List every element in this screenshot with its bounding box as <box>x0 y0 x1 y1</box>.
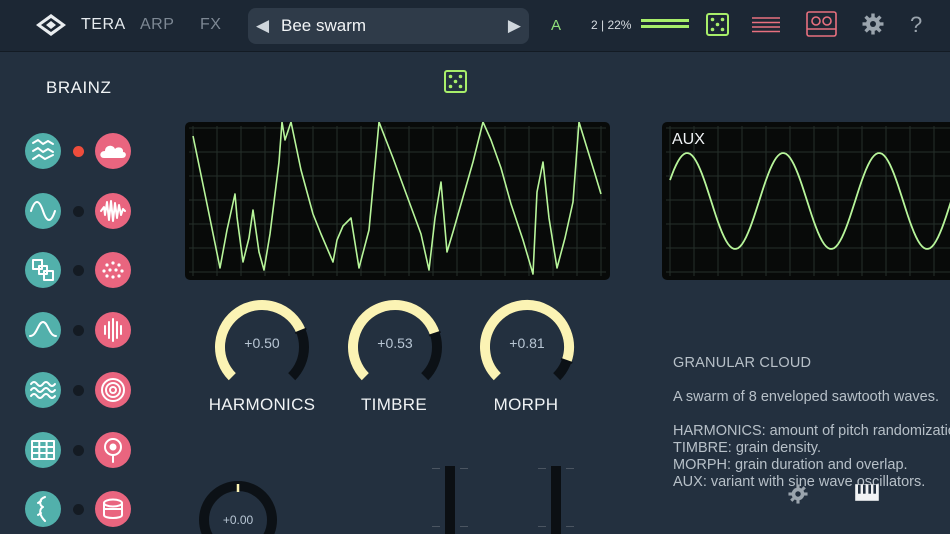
settings-gear-icon[interactable] <box>788 484 808 504</box>
cloud-icon <box>100 145 126 158</box>
model-led <box>73 265 84 277</box>
model-led <box>73 146 84 157</box>
preset-next-button[interactable]: ▶ <box>508 16 521 36</box>
model-led <box>73 444 84 456</box>
level-meter <box>641 19 689 29</box>
bank-button[interactable]: A <box>551 17 561 34</box>
info-line-aux: AUX: variant with sine wave oscillators. <box>673 474 926 490</box>
brainz-title: BRAINZ <box>46 78 112 97</box>
preset-selector: ◀ Bee swarm ▶ <box>248 8 529 44</box>
waves-icon <box>30 380 56 399</box>
sine-icon <box>30 200 56 221</box>
pulse-bars-icon <box>104 318 122 343</box>
info-line-harmonics: HARMONICS: amount of pitch randomization… <box>673 423 950 439</box>
model-description: A swarm of 8 enveloped sawtooth waves. <box>673 389 939 405</box>
model-button-particles[interactable] <box>95 252 131 289</box>
rings-icon <box>101 377 125 402</box>
harmonics-label: HARMONICS <box>208 395 316 414</box>
sequencer-lines-icon[interactable] <box>752 16 780 34</box>
model-button-blocks[interactable] <box>25 252 61 289</box>
model-button-drum[interactable] <box>95 491 131 528</box>
model-info-panel: GRANULAR CLOUD A swarm of 8 enveloped sa… <box>673 355 950 491</box>
model-button-shape-morph[interactable] <box>25 133 61 169</box>
aux-waveform-trace <box>669 152 950 250</box>
model-button-drum-head[interactable] <box>95 431 131 468</box>
model-button-bell-curve[interactable] <box>25 312 61 349</box>
attenuverter-knob[interactable]: +0.00 <box>198 480 278 534</box>
attenuverter-value: +0.00 <box>222 513 254 527</box>
blocks-icon <box>32 259 54 282</box>
model-button-sine[interactable] <box>25 192 61 229</box>
aux-oscilloscope: AUX <box>662 122 950 280</box>
morph-knob[interactable]: +0.81 <box>477 297 577 397</box>
harmonics-knob[interactable]: +0.50 <box>212 297 312 397</box>
preset-prev-button[interactable]: ◀ <box>256 16 269 36</box>
model-button-speech[interactable] <box>25 491 61 528</box>
particles-icon <box>102 261 124 279</box>
model-button-waves[interactable] <box>25 371 61 408</box>
model-button-pulse-bars[interactable] <box>95 312 131 349</box>
model-button-noise-burst[interactable] <box>95 192 131 229</box>
bell-curve-icon <box>29 321 57 338</box>
info-line-morph: MORPH: grain duration and overlap. <box>673 457 908 473</box>
dice-icon[interactable] <box>706 13 729 36</box>
tab-arp[interactable]: ARP <box>140 16 174 34</box>
tab-tera[interactable]: TERA <box>81 16 126 34</box>
main-oscilloscope <box>185 122 610 280</box>
morph-value: +0.81 <box>509 335 545 351</box>
slider-1[interactable] <box>445 466 455 534</box>
model-button-rings[interactable] <box>95 371 131 408</box>
harmonics-value: +0.50 <box>244 335 280 351</box>
recorder-icon[interactable] <box>806 11 837 37</box>
noise-burst-icon <box>100 199 126 222</box>
logo-icon[interactable] <box>35 13 67 37</box>
model-led <box>73 205 84 217</box>
keyboard-icon[interactable] <box>855 484 879 501</box>
grid-icon <box>31 439 55 460</box>
aux-label: AUX <box>672 131 705 148</box>
drum-icon <box>103 498 123 520</box>
top-bar: TERA ARP FX ◀ Bee swarm ▶ A 2 | 22% ? <box>0 0 950 52</box>
model-title: GRANULAR CLOUD <box>673 355 812 371</box>
help-icon[interactable]: ? <box>910 12 922 38</box>
timbre-value: +0.53 <box>377 335 413 351</box>
slider-2[interactable] <box>551 466 561 534</box>
morph-label: MORPH <box>493 395 559 414</box>
dice-icon[interactable] <box>444 70 467 93</box>
voice-cpu-readout: 2 | 22% <box>591 18 632 32</box>
drum-head-icon <box>104 437 122 463</box>
tab-fx[interactable]: FX <box>200 16 221 34</box>
model-led <box>73 325 84 337</box>
shape-morph-icon <box>32 139 54 160</box>
timbre-label: TIMBRE <box>360 395 428 414</box>
preset-name[interactable]: Bee swarm <box>281 16 366 36</box>
timbre-knob[interactable]: +0.53 <box>345 297 445 397</box>
model-button-grid[interactable] <box>25 431 61 468</box>
model-button-cloud[interactable] <box>95 133 131 169</box>
main-waveform-trace <box>192 122 602 275</box>
model-led <box>73 504 84 516</box>
info-line-timbre: TIMBRE: grain density. <box>673 440 822 456</box>
speech-icon <box>37 496 46 523</box>
gear-icon[interactable] <box>862 13 884 35</box>
model-led <box>73 384 84 396</box>
